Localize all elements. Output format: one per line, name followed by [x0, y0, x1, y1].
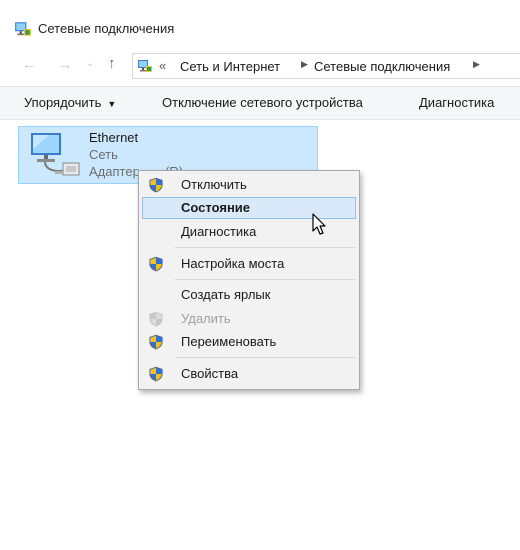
- menu-item-bridge-connections[interactable]: Настройка моста: [142, 253, 356, 275]
- uac-shield-icon: [148, 366, 164, 382]
- menu-item-label: Настройка моста: [181, 256, 285, 271]
- menu-item-properties[interactable]: Свойства: [142, 363, 356, 385]
- navigation-bar: ← → ⌄ ↑ « Сеть и Интернет ▶ Сетевые подк…: [0, 52, 520, 80]
- back-arrow-icon[interactable]: ←: [22, 56, 36, 72]
- network-folder-icon: [137, 58, 153, 74]
- network-connections-icon: [14, 20, 32, 38]
- organize-button[interactable]: Упорядочить ▼: [24, 95, 116, 110]
- ethernet-adapter-icon: [31, 133, 80, 176]
- menu-item-disable[interactable]: Отключить: [142, 174, 356, 196]
- connection-name: Ethernet: [89, 130, 139, 145]
- diagnostics-button[interactable]: Диагностика: [419, 95, 494, 110]
- breadcrumb-overflow[interactable]: «: [159, 58, 166, 73]
- connection-network: Сеть: [89, 147, 118, 162]
- title-bar: Сетевые подключения: [0, 0, 520, 52]
- uac-shield-icon: [148, 256, 164, 272]
- breadcrumb-chevron-icon[interactable]: ▶: [301, 59, 308, 70]
- menu-item-label: Свойства: [181, 366, 239, 381]
- breadcrumb-network-internet[interactable]: Сеть и Интернет: [180, 59, 280, 74]
- chevron-down-icon: ▼: [107, 99, 117, 109]
- menu-item-delete: Удалить: [142, 308, 356, 330]
- menu-item-label: Состояние: [181, 200, 251, 215]
- menu-item-label: Переименовать: [181, 334, 277, 349]
- up-arrow-icon[interactable]: ↑: [108, 55, 116, 72]
- menu-item-rename[interactable]: Переименовать: [142, 331, 356, 353]
- uac-shield-icon: [148, 177, 164, 193]
- command-bar: Упорядочить ▼ Отключение сетевого устройс…: [0, 86, 520, 120]
- menu-item-label: Диагностика: [181, 224, 257, 239]
- menu-item-create-shortcut[interactable]: Создать ярлык: [142, 284, 356, 306]
- recent-dropdown-icon[interactable]: ⌄: [86, 58, 94, 69]
- menu-item-label: Удалить: [181, 311, 231, 326]
- breadcrumb-network-connections[interactable]: Сетевые подключения: [314, 59, 450, 74]
- forward-arrow-icon[interactable]: →: [58, 56, 72, 72]
- menu-item-label: Отключить: [181, 177, 247, 192]
- menu-separator: [175, 247, 355, 248]
- menu-item-label: Создать ярлык: [181, 287, 271, 302]
- disconnect-device-button[interactable]: Отключение сетевого устройства: [162, 95, 363, 110]
- context-menu: Отключить Состояние Диагностика Настройк…: [138, 170, 360, 390]
- breadcrumb-chevron-icon[interactable]: ▶: [473, 59, 480, 70]
- uac-shield-icon: [148, 311, 164, 327]
- address-bar[interactable]: « Сеть и Интернет ▶ Сетевые подключения …: [132, 53, 520, 79]
- menu-separator: [175, 357, 355, 358]
- uac-shield-icon: [148, 334, 164, 350]
- menu-separator: [175, 279, 355, 280]
- window-title: Сетевые подключения: [38, 21, 175, 36]
- mouse-cursor-icon: [312, 213, 326, 235]
- organize-label: Упорядочить: [24, 95, 102, 110]
